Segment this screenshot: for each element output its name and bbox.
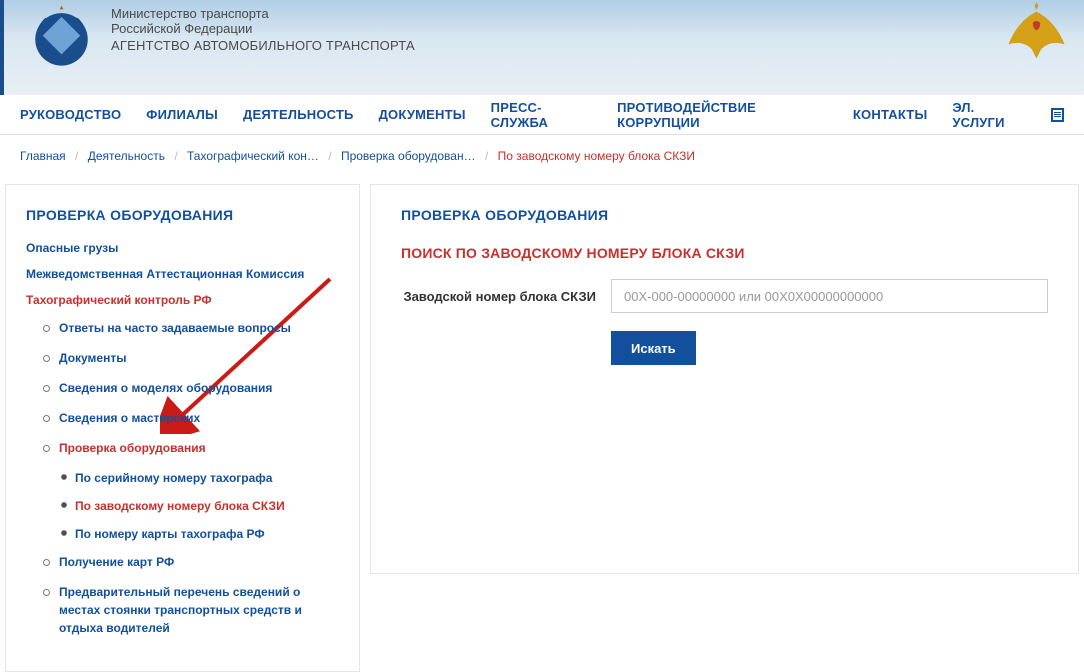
content-title: ПРОВЕРКА ОБОРУДОВАНИЯ (401, 207, 1048, 223)
ministry-line1: Министерство транспорта (111, 6, 415, 21)
crumb-check[interactable]: Проверка оборудован… (341, 149, 476, 163)
sidebar-sub-parking-list[interactable]: Предварительный перечень сведений о мест… (41, 583, 339, 637)
header-banner: Министерство транспорта Российской Федер… (0, 0, 1084, 95)
nav-item-documents[interactable]: ДОКУМЕНТЫ (379, 107, 466, 122)
sidebar-link-tacho-control[interactable]: Тахографический контроль РФ (26, 293, 339, 307)
sidebar-sub-documents[interactable]: Документы (41, 349, 339, 367)
nav-item-branches[interactable]: ФИЛИАЛЫ (146, 107, 218, 122)
nav-item-contacts[interactable]: КОНТАКТЫ (853, 107, 927, 122)
crumb-activity[interactable]: Деятельность (88, 149, 165, 163)
emblem-right-icon (999, 0, 1074, 70)
breadcrumb: Главная / Деятельность / Тахографический… (0, 135, 1084, 184)
skzi-number-input[interactable] (611, 279, 1048, 313)
sidebar-sub-faq[interactable]: Ответы на часто задаваемые вопросы (41, 319, 339, 337)
content-subtitle: ПОИСК ПО ЗАВОДСКОМУ НОМЕРУ БЛОКА СКЗИ (401, 245, 1048, 261)
nav-item-press[interactable]: ПРЕСС-СЛУЖБА (491, 100, 592, 130)
sidebar-link-dangerous-goods[interactable]: Опасные грузы (26, 241, 339, 255)
form-label-skzi: Заводской номер блока СКЗИ (401, 289, 611, 304)
content-panel: ПРОВЕРКА ОБОРУДОВАНИЯ ПОИСК ПО ЗАВОДСКОМ… (370, 184, 1079, 574)
sidebar: ПРОВЕРКА ОБОРУДОВАНИЯ Опасные грузы Межв… (5, 184, 360, 672)
sidebar-sub2-card[interactable]: По номеру карты тахографа РФ (59, 525, 339, 543)
crumb-tacho[interactable]: Тахографический кон… (187, 149, 319, 163)
nav-item-activity[interactable]: ДЕЯТЕЛЬНОСТЬ (243, 107, 354, 122)
nav-item-eservices[interactable]: ЭЛ. УСЛУГИ (952, 100, 1025, 130)
crumb-home[interactable]: Главная (20, 149, 66, 163)
sidebar-title: ПРОВЕРКА ОБОРУДОВАНИЯ (26, 207, 339, 223)
menu-icon[interactable] (1051, 108, 1064, 122)
search-button[interactable]: Искать (611, 331, 696, 365)
crumb-current: По заводскому номеру блока СКЗИ (498, 149, 695, 163)
sidebar-sub-workshops[interactable]: Сведения о мастерских (41, 409, 339, 427)
ministry-line3: АГЕНТСТВО АВТОМОБИЛЬНОГО ТРАНСПОРТА (111, 38, 415, 53)
sidebar-sub-check-equipment[interactable]: Проверка оборудования (41, 439, 339, 457)
nav-item-anticorruption[interactable]: ПРОТИВОДЕЙСТВИЕ КОРРУПЦИИ (617, 100, 828, 130)
sidebar-sub-get-cards[interactable]: Получение карт РФ (41, 553, 339, 571)
sidebar-sub2-serial[interactable]: По серийному номеру тахографа (59, 469, 339, 487)
sidebar-sub-models[interactable]: Сведения о моделях оборудования (41, 379, 339, 397)
main-nav: РУКОВОДСТВО ФИЛИАЛЫ ДЕЯТЕЛЬНОСТЬ ДОКУМЕН… (0, 95, 1084, 135)
sidebar-sub2-skzi[interactable]: По заводскому номеру блока СКЗИ (59, 497, 339, 515)
ministry-line2: Российской Федерации (111, 21, 415, 36)
nav-item-leadership[interactable]: РУКОВОДСТВО (20, 107, 121, 122)
sidebar-link-commission[interactable]: Межведомственная Аттестационная Комиссия (26, 267, 339, 281)
form-row: Заводской номер блока СКЗИ (401, 279, 1048, 313)
ministry-text: Министерство транспорта Российской Федер… (111, 6, 415, 53)
emblem-left-icon (24, 0, 99, 75)
